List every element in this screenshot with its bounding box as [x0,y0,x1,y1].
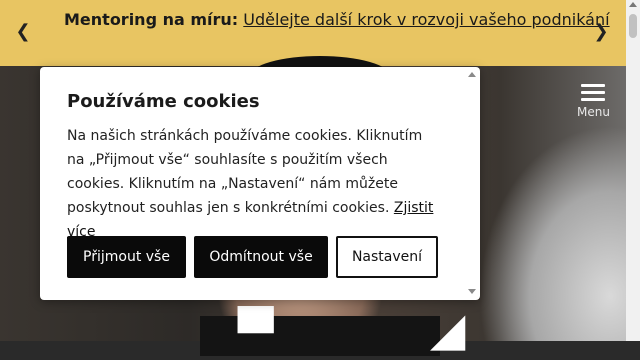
promo-label: Mentoring na míru: [64,10,239,29]
hamburger-icon-bar [581,91,605,94]
promo-text: Mentoring na míru: Udělejte další krok v… [64,10,610,29]
promo-link[interactable]: Udělejte další krok v rozvoji vašeho pod… [243,10,609,29]
page-scrollbar[interactable] [626,0,640,341]
scroll-up-arrow-icon[interactable] [629,2,637,7]
settings-button[interactable]: Nastavení [336,236,438,278]
reject-all-button[interactable]: Odmítnout vše [194,236,328,278]
hero-heading-fragment-2: ◢ [430,302,466,356]
accept-all-button[interactable]: Přijmout vše [67,236,186,278]
menu-button[interactable]: Menu [577,80,610,119]
hero-shirt-shape [200,316,440,356]
chevron-right-icon[interactable]: ❯ [590,21,612,43]
menu-label: Menu [577,105,610,119]
hero-heading-fragment-1: ▀ [238,306,274,360]
cookie-dialog-description: Na našich stránkách používáme cookies. K… [67,124,437,244]
cookie-dialog-title: Používáme cookies [67,91,260,112]
dialog-scroll-down-icon[interactable] [468,289,476,294]
hamburger-icon-bar [581,98,605,101]
hamburger-icon [581,84,605,87]
cookie-dialog: Používáme cookies Na našich stránkách po… [40,67,480,300]
dialog-scroll-up-icon[interactable] [468,72,476,77]
chevron-left-icon[interactable]: ❮ [12,21,34,43]
cookie-description-text: Na našich stránkách používáme cookies. K… [67,128,423,216]
scrollbar-thumb[interactable] [629,14,637,38]
